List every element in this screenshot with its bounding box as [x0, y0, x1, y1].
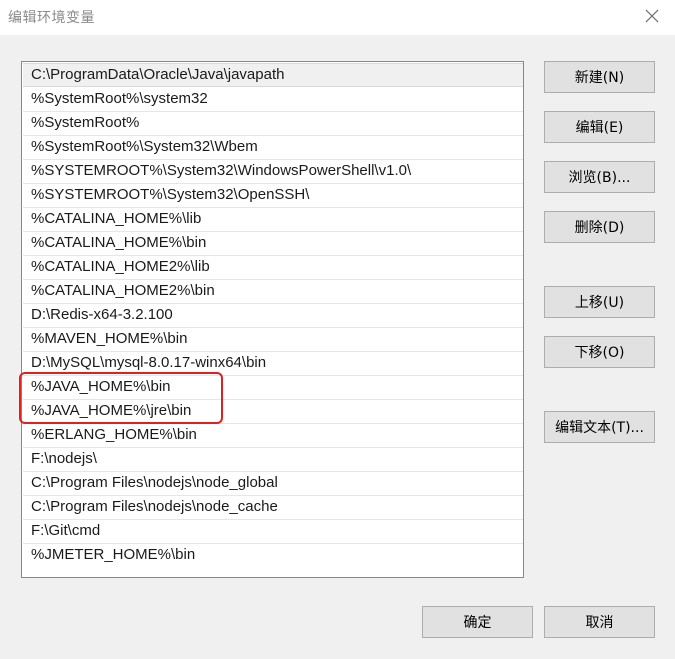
list-item[interactable]: %ERLANG_HOME%\bin	[23, 423, 523, 447]
row-divider	[23, 255, 523, 256]
row-divider	[23, 303, 523, 304]
list-item[interactable]: %SYSTEMROOT%\System32\OpenSSH\	[23, 183, 523, 207]
edit-env-variable-dialog: 编辑环境变量 C:\ProgramData\Oracle\Java\javapa…	[0, 0, 675, 659]
row-divider	[23, 543, 523, 544]
list-item[interactable]: %SystemRoot%\system32	[23, 87, 523, 111]
row-divider	[23, 183, 523, 184]
list-item[interactable]: %CATALINA_HOME2%\lib	[23, 255, 523, 279]
row-divider	[23, 447, 523, 448]
row-divider	[23, 111, 523, 112]
list-item[interactable]: %JMETER_HOME%\bin	[23, 543, 523, 567]
dialog-title: 编辑环境变量	[8, 9, 95, 25]
row-divider	[23, 351, 523, 352]
list-item[interactable]: %CATALINA_HOME%\lib	[23, 207, 523, 231]
row-divider	[23, 135, 523, 136]
edit-text-button[interactable]: 编辑文本(T)...	[544, 411, 655, 443]
list-item[interactable]: %MAVEN_HOME%\bin	[23, 327, 523, 351]
list-item[interactable]: %SystemRoot%	[23, 111, 523, 135]
list-item[interactable]: %CATALINA_HOME2%\bin	[23, 279, 523, 303]
row-divider	[23, 375, 523, 376]
list-item[interactable]: F:\nodejs\	[23, 447, 523, 471]
list-item[interactable]: %JAVA_HOME%\bin	[23, 375, 523, 399]
row-divider	[23, 399, 523, 400]
list-item[interactable]: %CATALINA_HOME%\bin	[23, 231, 523, 255]
ok-button[interactable]: 确定	[422, 606, 533, 638]
path-list[interactable]: C:\ProgramData\Oracle\Java\javapath %Syst…	[21, 61, 524, 578]
list-item[interactable]: %SYSTEMROOT%\System32\WindowsPowerShell\…	[23, 159, 523, 183]
row-divider	[23, 231, 523, 232]
row-divider	[23, 327, 523, 328]
row-divider	[23, 519, 523, 520]
close-button[interactable]	[629, 0, 675, 32]
delete-button[interactable]: 删除(D)	[544, 211, 655, 243]
list-item[interactable]: C:\ProgramData\Oracle\Java\javapath	[23, 63, 523, 87]
new-button[interactable]: 新建(N)	[544, 61, 655, 93]
row-divider	[23, 471, 523, 472]
move-up-button[interactable]: 上移(U)	[544, 286, 655, 318]
row-divider	[23, 423, 523, 424]
close-icon	[645, 9, 659, 23]
list-item[interactable]: %SystemRoot%\System32\Wbem	[23, 135, 523, 159]
row-divider	[23, 159, 523, 160]
list-item[interactable]: %JAVA_HOME%\jre\bin	[23, 399, 523, 423]
list-item[interactable]: F:\Git\cmd	[23, 519, 523, 543]
browse-button[interactable]: 浏览(B)...	[544, 161, 655, 193]
row-divider	[23, 279, 523, 280]
row-divider	[23, 495, 523, 496]
title-bar: 编辑环境变量	[0, 0, 675, 35]
cancel-button[interactable]: 取消	[544, 606, 655, 638]
list-item[interactable]: D:\MySQL\mysql-8.0.17-winx64\bin	[23, 351, 523, 375]
row-divider	[23, 207, 523, 208]
list-item[interactable]: C:\Program Files\nodejs\node_cache	[23, 495, 523, 519]
list-item[interactable]: C:\Program Files\nodejs\node_global	[23, 471, 523, 495]
list-item[interactable]: D:\Redis-x64-3.2.100	[23, 303, 523, 327]
edit-button[interactable]: 编辑(E)	[544, 111, 655, 143]
move-down-button[interactable]: 下移(O)	[544, 336, 655, 368]
